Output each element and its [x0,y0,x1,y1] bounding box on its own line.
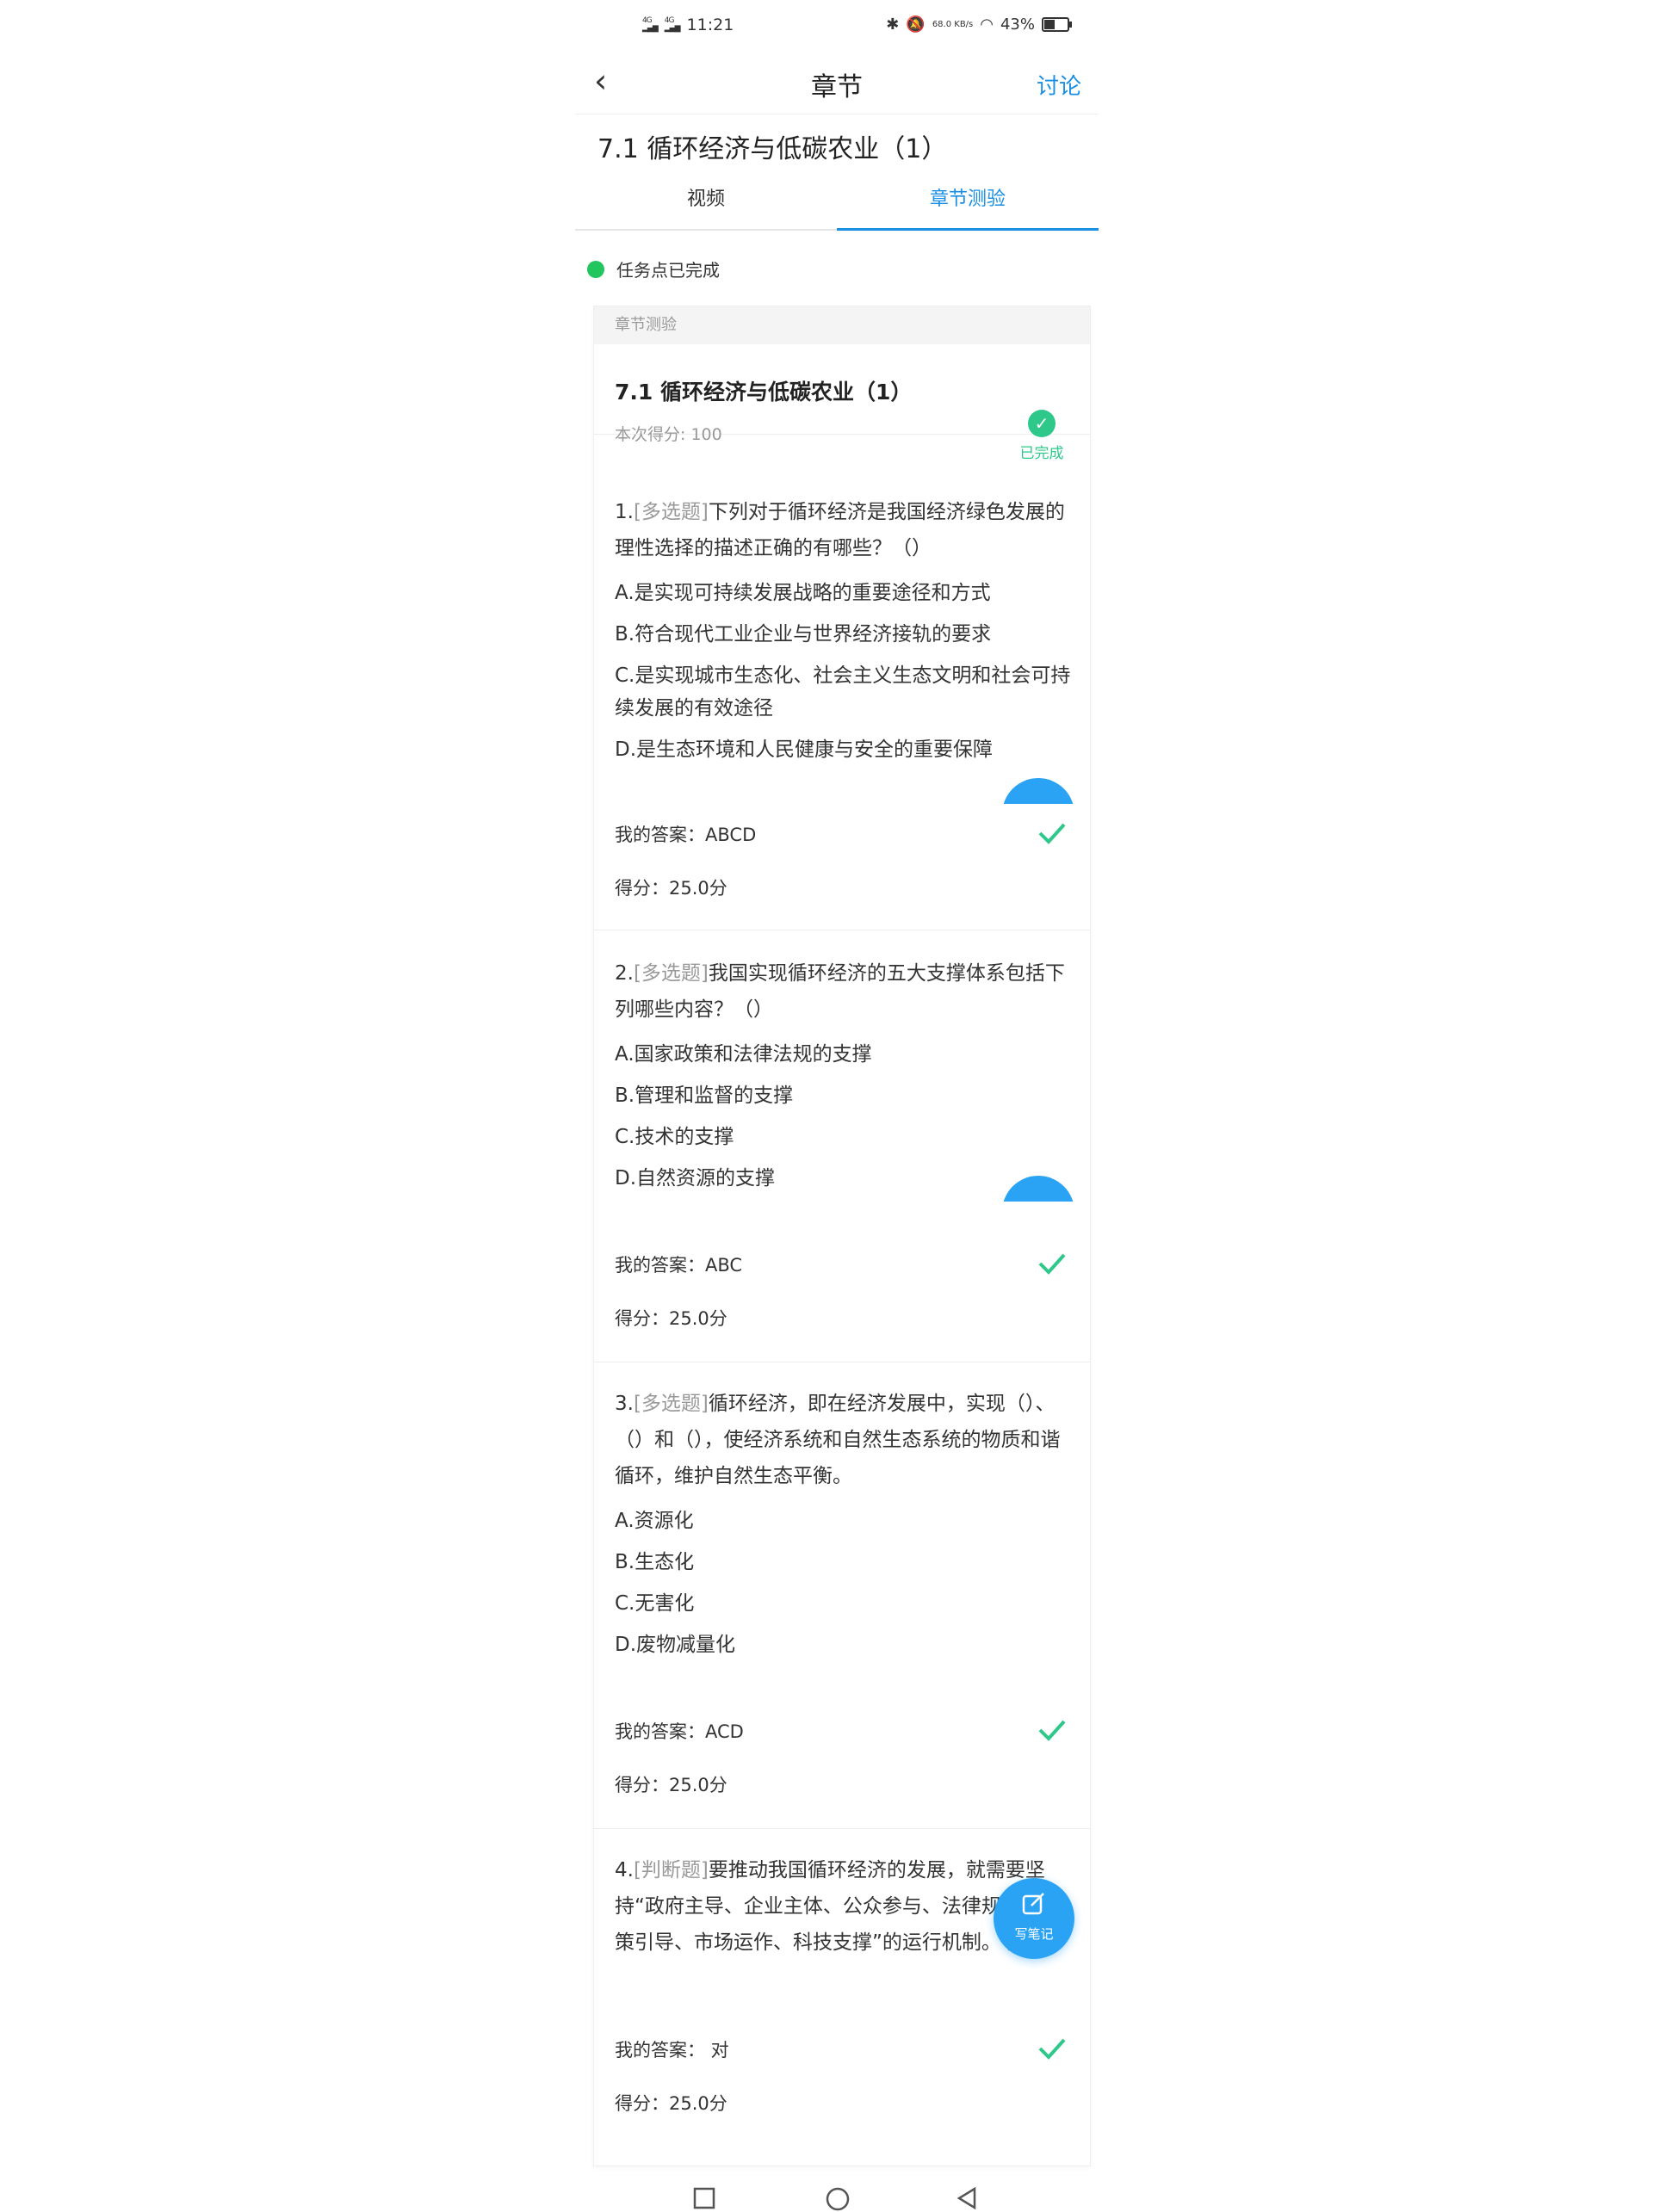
check-icon [1038,1720,1066,1741]
completed-label: 已完成 [1019,445,1064,462]
signal-icon-2: 4G ▂▄▆ [664,16,681,33]
network-speed: 68.0 KB/s [932,19,974,29]
question-type: [多选题] [633,962,709,985]
question-type: [多选题] [633,1393,709,1415]
section-title: 7.1 循环经济与低碳农业（1） [597,134,948,164]
nav-title: 章节 [811,72,863,102]
mute-icon: 🔕 [906,15,926,34]
my-answer: 我的答案：ABCD [615,825,757,845]
triangle-back-icon[interactable] [956,2186,980,2210]
quiz-title: 7.1 循环经济与低碳农业（1） [615,380,913,405]
fab-partial [1002,1176,1074,1202]
question-stem: 1.[多选题]下列对于循环经济是我国经济绿色发展的理性选择的描述正确的有哪些？（… [615,494,1071,566]
signal-icon: 4G ▂▄▆ [642,16,659,33]
divider [594,1828,1090,1829]
status-dot-icon [587,260,604,278]
option-d: D.是生态环境和人民健康与安全的重要保障 [615,738,994,761]
square-icon[interactable] [692,2186,716,2210]
discuss-button[interactable]: 讨论 [1037,69,1081,101]
task-status: 任务点已完成 [587,256,720,281]
tab-chapter-quiz[interactable]: 章节测验 [837,179,1099,231]
question-1: 1.[多选题]下列对于循环经济是我国经济绿色发展的理性选择的描述正确的有哪些？（… [615,494,1071,766]
option-a: A.是实现可持续发展战略的重要途径和方式 [615,582,991,604]
battery-icon [1042,17,1072,32]
question-stem: 3.[多选题]循环经济，即在经济发展中，实现（）、（）和（），使经济系统和自然生… [615,1386,1071,1494]
my-answer: 我的答案：ABC [615,1255,743,1276]
question-stem: 2.[多选题]我国实现循环经济的五大支撑体系包括下列哪些内容？（） [615,955,1071,1028]
quiz-summary: 7.1 循环经济与低碳农业（1） 本次得分: 100 ✓ 已完成 [594,344,1090,462]
card-header: 章节测验 [594,306,1090,344]
bluetooth-icon: ✱ [886,15,900,34]
status-time: 11:21 [686,15,734,34]
question-score: 得分：25.0分 [615,1775,727,1795]
option-b: B.管理和监督的支撑 [615,1084,794,1107]
check-icon [1038,823,1066,844]
quiz-score: 本次得分: 100 [615,425,722,444]
tab-bar: 视频 章节测验 [575,179,1099,231]
option-a: A.国家政策和法律法规的支撑 [615,1043,872,1066]
phone-screen: 4G ▂▄▆ 4G ▂▄▆ 11:21 ✱ 🔕 68.0 KB/s ◠ 43% ‹ … [575,0,1099,2203]
write-note-label: 写笔记 [1014,1926,1054,1942]
question-3: 3.[多选题]循环经济，即在经济发展中，实现（）、（）和（），使经济系统和自然生… [615,1386,1071,1661]
question-score: 得分：25.0分 [615,1308,727,1329]
question-type: [多选题] [633,501,709,523]
tab-video[interactable]: 视频 [575,179,837,229]
check-icon [1038,2038,1066,2060]
option-c: C.技术的支撑 [615,1126,734,1148]
edit-note-icon [1022,1893,1044,1915]
question-number: 1. [615,501,634,523]
task-status-label: 任务点已完成 [616,260,720,281]
check-icon [1038,1253,1066,1275]
fab-partial [1002,778,1074,804]
option-a: A.资源化 [615,1510,694,1532]
question-2: 2.[多选题]我国实现循环经济的五大支撑体系包括下列哪些内容？（） A.国家政策… [615,955,1071,1195]
option-b: B.符合现代工业企业与世界经济接轨的要求 [615,623,992,646]
wifi-icon: ◠ [980,15,994,34]
write-note-button[interactable]: 写笔记 [994,1878,1074,1959]
completed-badge: ✓ 已完成 [1016,410,1068,462]
circle-icon[interactable] [825,2186,851,2212]
question-number: 3. [615,1393,634,1415]
option-c: C.无害化 [615,1592,695,1615]
question-score: 得分：25.0分 [615,878,727,899]
option-d: D.废物减量化 [615,1634,736,1656]
battery-text: 43% [1000,15,1035,34]
option-c: C.是实现城市生态化、社会主义生态文明和社会可持续发展的有效途径 [615,664,1071,720]
question-number: 2. [615,962,634,985]
question-type: [判断题] [633,1859,709,1881]
question-score: 得分：25.0分 [615,2093,727,2114]
nav-bar: ‹ 章节 讨论 [575,53,1099,114]
status-bar: 4G ▂▄▆ 4G ▂▄▆ 11:21 ✱ 🔕 68.0 KB/s ◠ 43% [575,14,1099,43]
option-b: B.生态化 [615,1551,695,1573]
my-answer: 我的答案： 对 [615,2040,729,2061]
check-icon: ✓ [1028,410,1056,437]
my-answer: 我的答案：ACD [615,1721,744,1742]
question-number: 4. [615,1859,634,1881]
